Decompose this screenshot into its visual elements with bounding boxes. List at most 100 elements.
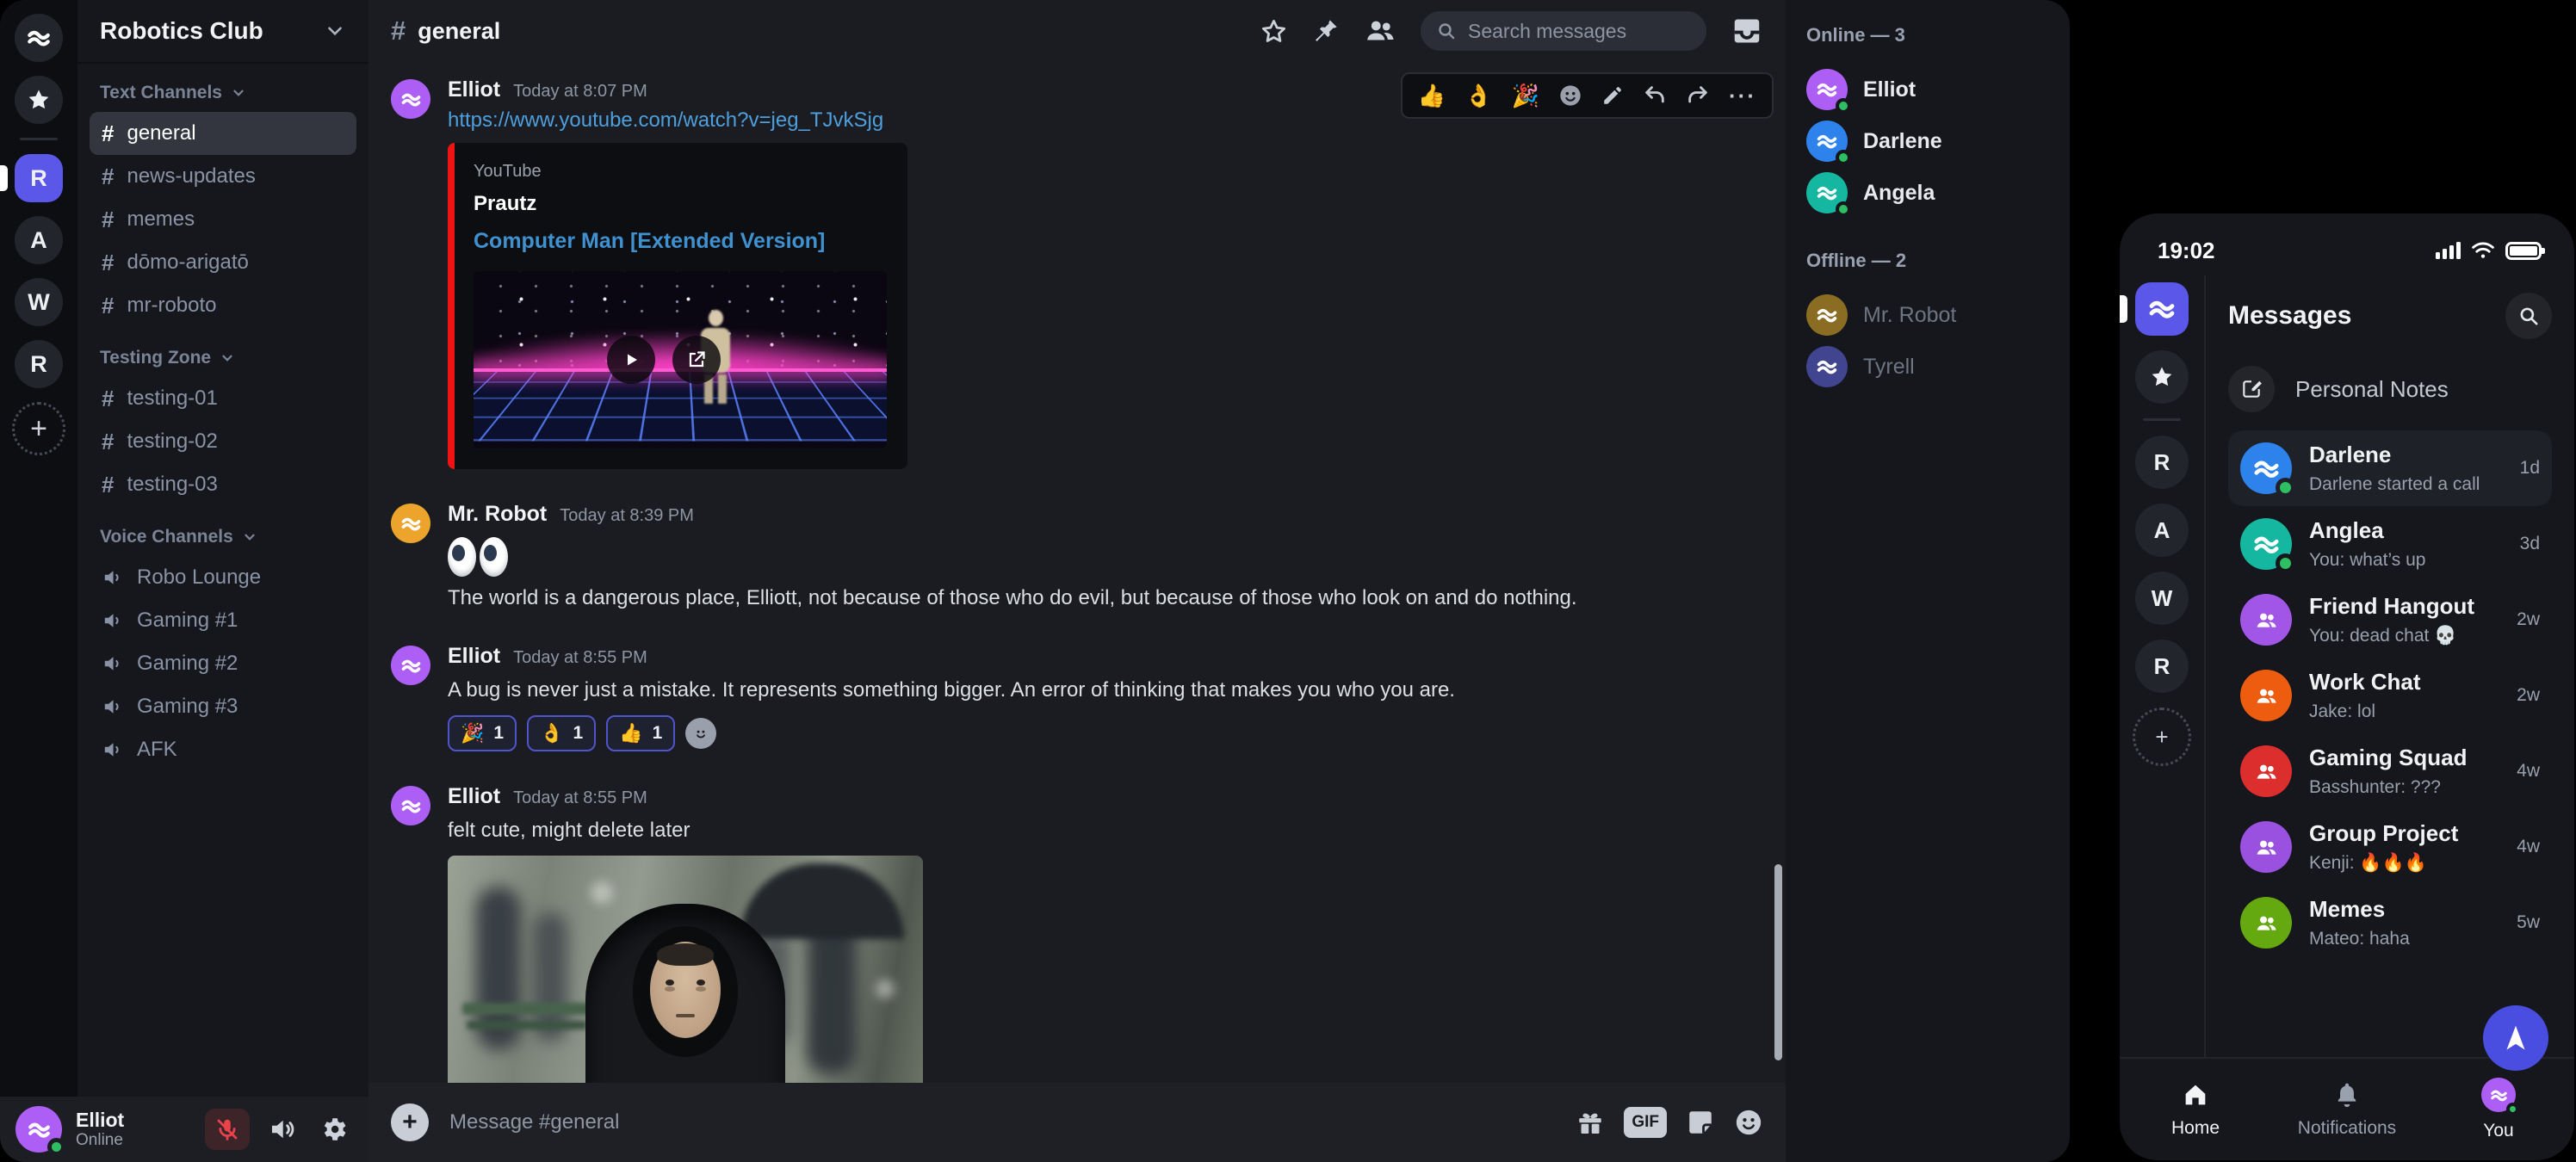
conversation-work-chat[interactable]: Work Chat Jake: lol 2w — [2228, 658, 2552, 733]
voice-channel-afk[interactable]: AFK — [90, 728, 356, 771]
gif-picker-button[interactable]: GIF — [1624, 1107, 1667, 1138]
channel-mr-roboto[interactable]: #mr-roboto — [90, 284, 356, 327]
voice-channel-gaming-3[interactable]: Gaming #3 — [90, 685, 356, 728]
add-server-button[interactable]: + — [2133, 708, 2191, 766]
server-icon-1[interactable]: R — [2135, 436, 2189, 489]
quick-react-emoji-1[interactable]: 👍 — [1418, 84, 1446, 107]
server-icon-1[interactable]: R — [15, 154, 63, 202]
channel-general[interactable]: #general — [90, 112, 356, 155]
user-avatar[interactable] — [15, 1106, 62, 1153]
nav-notifications[interactable]: Notifications — [2271, 1080, 2423, 1139]
sticker-button[interactable] — [1686, 1108, 1715, 1137]
quick-react-emoji-2[interactable]: 👌 — [1464, 84, 1492, 107]
edit-message-button[interactable] — [1601, 84, 1624, 107]
microphone-muted-button[interactable] — [205, 1109, 250, 1150]
conversation-darlene[interactable]: Darlene Darlene started a call 1d — [2228, 430, 2552, 506]
home-logo-button[interactable] — [15, 14, 63, 62]
server-icon-3[interactable]: W — [15, 278, 63, 326]
photo-attachment[interactable] — [448, 856, 923, 1083]
member-angela[interactable]: Angela — [1806, 167, 2049, 219]
channel-section-label[interactable]: Testing Zone — [100, 348, 346, 368]
nav-you[interactable]: You — [2423, 1078, 2574, 1141]
section-label-text: Text Channels — [100, 83, 222, 103]
channel-news-updates[interactable]: #news-updates — [90, 155, 356, 198]
search-icon — [1436, 21, 1457, 41]
reaction-pill[interactable]: 🎉 1 — [448, 715, 517, 751]
open-external-button[interactable] — [672, 336, 721, 384]
embed-video-title[interactable]: Computer Man [Extended Version] — [474, 229, 889, 254]
voice-channel-gaming-2[interactable]: Gaming #2 — [90, 642, 356, 685]
channel-testing-02[interactable]: #testing-02 — [90, 420, 356, 463]
channel-d-mo-arigat-[interactable]: #dōmo-arigatō — [90, 241, 356, 284]
inbox-button[interactable] — [1731, 15, 1763, 47]
message-author-avatar[interactable] — [391, 504, 430, 543]
saved-notes-button[interactable] — [2135, 350, 2189, 404]
gear-icon — [319, 1115, 349, 1144]
search-button[interactable] — [2505, 293, 2552, 339]
pinned-messages-button[interactable] — [1312, 17, 1340, 45]
play-button[interactable] — [607, 336, 655, 384]
saved-notes-button[interactable] — [15, 76, 63, 124]
channel-testing-01[interactable]: #testing-01 — [90, 377, 356, 420]
personal-notes-item[interactable]: Personal Notes — [2228, 356, 2552, 422]
message-author[interactable]: Mr. Robot — [448, 502, 547, 527]
reply-button[interactable] — [1643, 83, 1667, 108]
voice-channel-robo-lounge[interactable]: Robo Lounge — [90, 556, 356, 599]
channel-testing-03[interactable]: #testing-03 — [90, 463, 356, 506]
chevron-down-icon[interactable] — [324, 20, 346, 42]
wavy-logo-icon — [25, 24, 53, 52]
quick-react-emoji-3[interactable]: 🎉 — [1512, 84, 1539, 107]
favorite-channel-button[interactable] — [1260, 17, 1288, 46]
conversation-memes[interactable]: Memes Mateo: haha 5w — [2228, 885, 2552, 961]
nav-home[interactable]: Home — [2120, 1080, 2271, 1139]
gift-button[interactable] — [1576, 1108, 1605, 1137]
chat-scrollbar[interactable] — [1774, 864, 1782, 1060]
voice-channel-gaming-1[interactable]: Gaming #1 — [90, 599, 356, 642]
channel-memes[interactable]: #memes — [90, 198, 356, 241]
add-server-button[interactable]: + — [12, 402, 65, 455]
server-icon-2[interactable]: A — [2135, 504, 2189, 557]
server-icon-4[interactable]: R — [2135, 640, 2189, 693]
channel-section-label[interactable]: Text Channels — [100, 83, 346, 103]
server-icon-4[interactable]: R — [15, 340, 63, 388]
members-toggle-button[interactable] — [1364, 15, 1396, 47]
channel-section-label[interactable]: Voice Channels — [100, 527, 346, 547]
mobile-header: Messages — [2228, 275, 2552, 356]
new-message-fab[interactable] — [2483, 1005, 2548, 1071]
message-author-avatar[interactable] — [391, 646, 430, 685]
conversation-group-project[interactable]: Group Project Kenji: 🔥🔥🔥 4w — [2228, 809, 2552, 885]
search-messages-input[interactable]: Search messages — [1421, 11, 1706, 51]
message-input[interactable]: Message #general — [449, 1110, 1555, 1134]
reaction-pill[interactable]: 👍 1 — [606, 715, 675, 751]
message: Elliot Today at 8:55 PMA bug is never ju… — [391, 644, 1763, 751]
conversation-gaming-squad[interactable]: Gaming Squad Basshunter: ??? 4w — [2228, 733, 2552, 809]
member-elliot[interactable]: Elliot — [1806, 64, 2049, 115]
member-mr-robot[interactable]: Mr. Robot — [1806, 289, 2049, 341]
conversation-anglea[interactable]: Anglea You: what’s up 3d — [2228, 506, 2552, 582]
forward-button[interactable] — [1686, 83, 1710, 108]
members-icon — [1364, 15, 1396, 47]
attach-file-button[interactable]: + — [391, 1103, 429, 1141]
message-author[interactable]: Elliot — [448, 784, 500, 809]
youtube-link[interactable]: https://www.youtube.com/watch?v=jeg_TJvk… — [448, 108, 883, 133]
message-author[interactable]: Elliot — [448, 77, 500, 102]
channel-name: mr-roboto — [127, 294, 216, 318]
member-darlene[interactable]: Darlene — [1806, 115, 2049, 167]
member-tyrell[interactable]: Tyrell — [1806, 341, 2049, 392]
home-logo-button[interactable] — [2135, 282, 2189, 336]
settings-button[interactable] — [315, 1110, 353, 1148]
message-author[interactable]: Elliot — [448, 644, 500, 669]
emoji-picker-button[interactable] — [1734, 1108, 1763, 1137]
server-header[interactable]: Robotics Club — [77, 0, 368, 64]
wavy-logo-icon — [399, 794, 423, 818]
message-author-avatar[interactable] — [391, 786, 430, 825]
more-options-button[interactable]: ··· — [1729, 84, 1756, 107]
message-author-avatar[interactable] — [391, 79, 430, 119]
speaker-button[interactable] — [263, 1110, 301, 1148]
add-reaction-button[interactable] — [685, 718, 716, 749]
conversation-friend-hangout[interactable]: Friend Hangout You: dead chat 💀 2w — [2228, 582, 2552, 658]
reaction-pill[interactable]: 👌 1 — [527, 715, 596, 751]
server-icon-3[interactable]: W — [2135, 572, 2189, 625]
add-reaction-button[interactable] — [1558, 83, 1582, 108]
server-icon-2[interactable]: A — [15, 216, 63, 264]
